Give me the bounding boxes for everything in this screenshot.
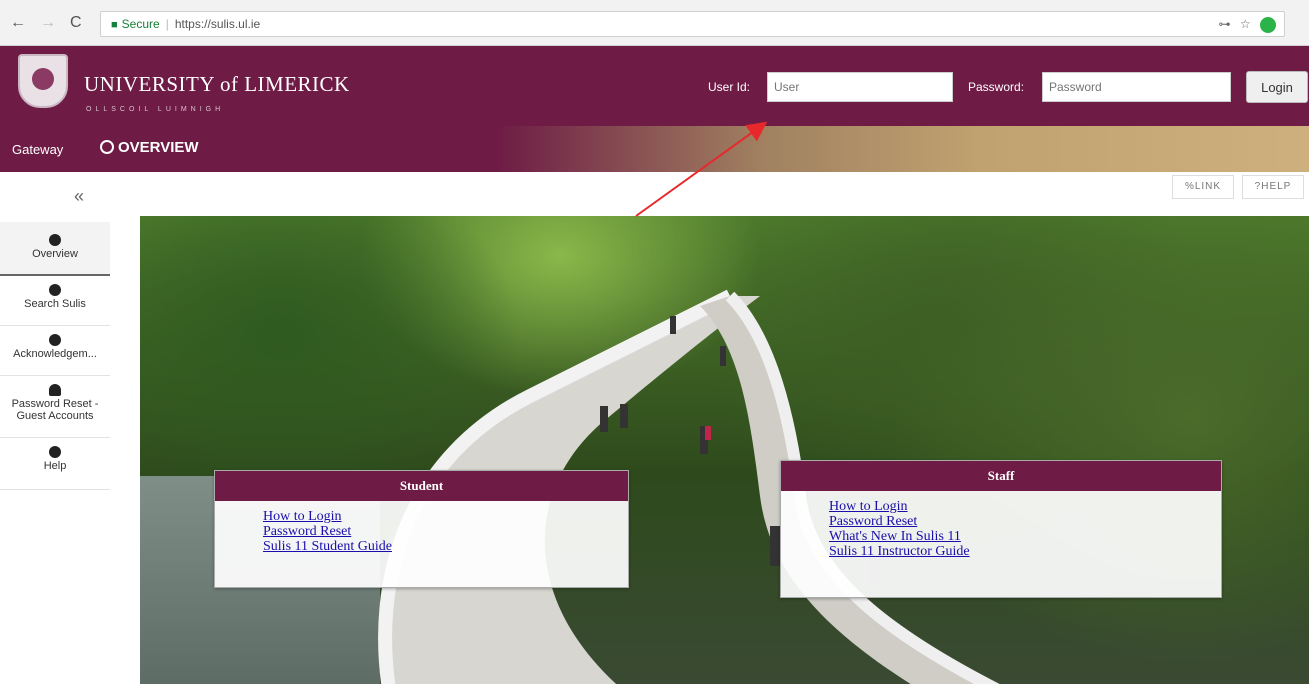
sidebar-item-acknowledgements[interactable]: Acknowledgem... bbox=[0, 326, 110, 376]
question-icon bbox=[49, 446, 61, 458]
link-button[interactable]: %LINK bbox=[1172, 175, 1234, 199]
staff-panel-title: Staff bbox=[781, 461, 1221, 491]
address-bar[interactable]: ■ Secure | https://sulis.ul.ie ⊶ ☆ bbox=[100, 11, 1285, 37]
hero-image-living-bridge bbox=[140, 216, 1309, 684]
student-how-to-login-link[interactable]: How to Login bbox=[263, 509, 628, 524]
staff-panel: Staff How to Login Password Reset What's… bbox=[780, 460, 1222, 598]
sidebar-item-label: Acknowledgem... bbox=[13, 348, 97, 360]
extension-icon[interactable] bbox=[1260, 16, 1276, 33]
sidebar-item-password-reset[interactable]: Password Reset - Guest Accounts bbox=[0, 376, 110, 438]
university-subtitle: OLLSCOIL LUIMNIGH bbox=[86, 106, 225, 113]
staff-whats-new-link[interactable]: What's New In Sulis 11 bbox=[829, 529, 1221, 544]
password-input[interactable] bbox=[1042, 72, 1231, 102]
staff-how-to-login-link[interactable]: How to Login bbox=[829, 499, 1221, 514]
tab-overview-label: OVERVIEW bbox=[118, 139, 199, 156]
login-button[interactable]: Login bbox=[1246, 71, 1308, 103]
user-id-input[interactable] bbox=[767, 72, 953, 102]
university-crest-logo bbox=[18, 54, 68, 108]
university-name: UNIVERSITY of LIMERICK bbox=[84, 72, 350, 96]
sidebar-item-overview[interactable]: Overview bbox=[0, 222, 110, 276]
nav-bar: Gateway OVERVIEW bbox=[0, 126, 1309, 172]
globe-icon bbox=[49, 284, 61, 296]
gateway-link[interactable]: Gateway bbox=[12, 142, 63, 157]
browser-toolbar: ← → C ■ Secure | https://sulis.ul.ie ⊶ ☆ bbox=[0, 0, 1309, 46]
staff-password-reset-link[interactable]: Password Reset bbox=[829, 514, 1221, 529]
forward-icon[interactable]: → bbox=[40, 14, 56, 32]
url-text: https://sulis.ul.ie bbox=[174, 17, 261, 31]
key-icon[interactable]: ⊶ bbox=[1219, 17, 1231, 31]
student-panel-title: Student bbox=[215, 471, 628, 501]
reload-icon[interactable]: C bbox=[70, 14, 82, 32]
sidebar-item-label: Password Reset - Guest Accounts bbox=[11, 398, 99, 422]
sidebar: Overview Search Sulis Acknowledgem... Pa… bbox=[0, 222, 110, 490]
sidebar-item-label: Help bbox=[43, 460, 67, 472]
secure-label: Secure bbox=[121, 17, 160, 31]
password-label: Password: bbox=[968, 80, 1025, 94]
student-guide-link[interactable]: Sulis 11 Student Guide bbox=[263, 539, 628, 554]
user-id-label: User Id: bbox=[708, 80, 751, 94]
student-panel: Student How to Login Password Reset Suli… bbox=[214, 470, 629, 588]
sidebar-item-label: Search Sulis bbox=[24, 298, 86, 310]
tab-overview[interactable]: OVERVIEW bbox=[100, 139, 199, 156]
student-password-reset-link[interactable]: Password Reset bbox=[263, 524, 628, 539]
globe-icon bbox=[100, 140, 114, 154]
sidebar-item-search-sulis[interactable]: Search Sulis bbox=[0, 276, 110, 326]
site-header: UNIVERSITY of LIMERICK OLLSCOIL LUIMNIGH… bbox=[0, 46, 1309, 126]
globe-icon bbox=[49, 234, 61, 246]
globe-icon bbox=[49, 334, 61, 346]
collapse-sidebar-icon[interactable]: « bbox=[74, 186, 84, 207]
user-icon bbox=[49, 384, 61, 396]
staff-instructor-guide-link[interactable]: Sulis 11 Instructor Guide bbox=[829, 544, 1221, 559]
back-icon[interactable]: ← bbox=[10, 14, 26, 32]
help-button[interactable]: ?HELP bbox=[1242, 175, 1304, 199]
lock-icon: ■ bbox=[111, 19, 118, 31]
sidebar-item-label: Overview bbox=[32, 248, 78, 260]
star-icon[interactable]: ☆ bbox=[1240, 17, 1251, 31]
sidebar-item-help[interactable]: Help bbox=[0, 438, 110, 490]
